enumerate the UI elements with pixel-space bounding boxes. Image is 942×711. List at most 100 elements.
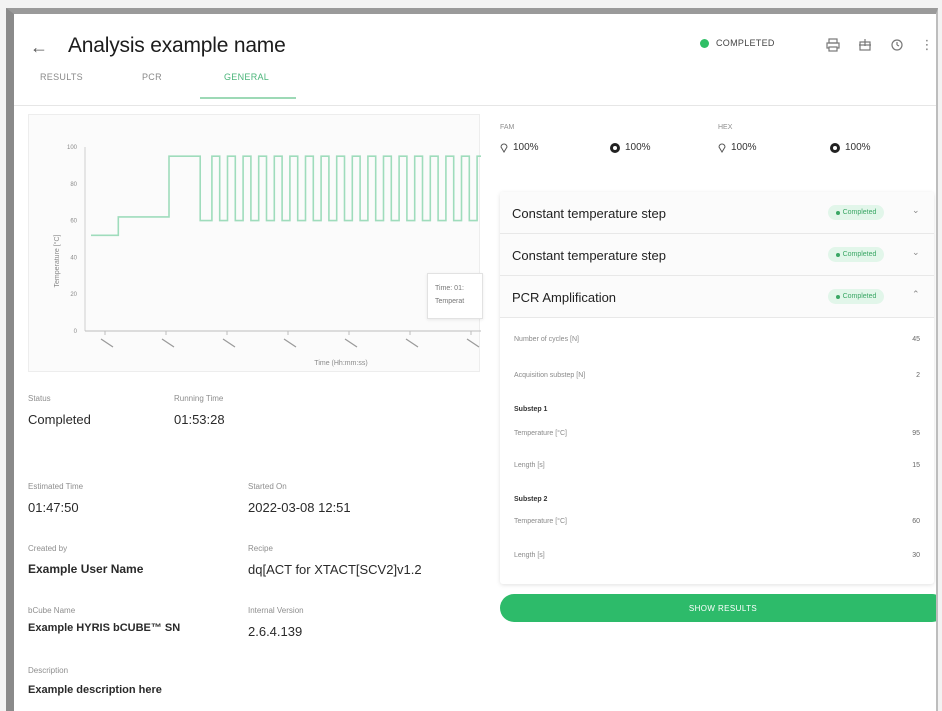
substep-1-title: Substep 1 xyxy=(514,406,548,413)
y-tick-label: 40 xyxy=(70,255,77,261)
status-text: COMPLETED xyxy=(716,38,775,48)
bcube-name-value: Example HYRIS bCUBE™ SN xyxy=(28,622,181,634)
created-by-value: Example User Name xyxy=(28,562,144,576)
badge-dot-icon xyxy=(835,252,840,257)
description-label: Description xyxy=(28,666,69,675)
history-icon[interactable] xyxy=(888,36,906,54)
temperature-series-line xyxy=(91,155,481,237)
badge-text: Completed xyxy=(842,293,877,300)
step-constant-temperature-2[interactable]: Constant temperature step Completed ⌄ xyxy=(500,234,934,276)
chevron-down-icon[interactable]: ⌄ xyxy=(912,205,920,216)
substep-1-length-value: 15 xyxy=(912,462,920,469)
steps-accordion: Constant temperature step Completed ⌄ Co… xyxy=(500,192,934,584)
gauge-icon xyxy=(830,142,840,153)
status-value: Completed xyxy=(28,412,91,427)
substep-2-temperature-value: 60 xyxy=(912,518,920,525)
x-tick-label xyxy=(466,338,480,348)
page-title: Analysis example name xyxy=(68,34,286,57)
substep-1-temperature-value: 95 xyxy=(912,430,920,437)
recipe-value: dq[ACT for XTACT[SCV2]v1.2 xyxy=(248,562,422,577)
pin-icon xyxy=(718,143,726,153)
channel-fam-pin: 100% xyxy=(500,142,539,153)
badge-dot-icon xyxy=(835,210,840,215)
channel-hex-label: HEX xyxy=(718,124,733,131)
x-tick-label xyxy=(344,338,358,348)
channel-hex-pin: 100% xyxy=(718,142,757,153)
temperature-chart: 0 20 40 60 80 100 Temperature [°C] Time (Hh:m… xyxy=(28,114,483,372)
status-badge: Completed xyxy=(828,289,884,304)
x-tick-label xyxy=(161,338,175,348)
x-axis xyxy=(85,330,481,348)
substep-2-title: Substep 2 xyxy=(514,496,548,503)
pin-icon xyxy=(500,143,508,153)
chevron-up-icon[interactable]: ⌃ xyxy=(912,289,920,300)
y-tick-label: 80 xyxy=(70,182,77,188)
channel-fam-gauge-value: 100% xyxy=(625,142,651,153)
status-badge: Completed xyxy=(828,205,884,220)
substep-1-length-label: Length [s] xyxy=(514,462,545,469)
y-tick-label: 20 xyxy=(70,292,77,298)
step-pcr-amplification[interactable]: PCR Amplification Completed ⌃ xyxy=(500,276,934,318)
gauge-icon xyxy=(610,142,620,153)
status-label: Status xyxy=(28,394,51,403)
bcube-name-label: bCube Name xyxy=(28,606,76,615)
badge-text: Completed xyxy=(842,209,877,216)
x-tick-label xyxy=(100,338,114,348)
acquisition-value: 2 xyxy=(916,372,920,379)
cycles-label: Number of cycles [N] xyxy=(514,336,579,343)
y-tick-label: 100 xyxy=(67,145,78,151)
channel-hex-gauge-value: 100% xyxy=(845,142,871,153)
status-indicator: COMPLETED xyxy=(700,38,775,48)
recipe-label: Recipe xyxy=(248,544,273,553)
x-tick-label xyxy=(405,338,419,348)
tooltip-line-temp: Temperat xyxy=(435,298,465,305)
back-arrow-icon[interactable]: ← xyxy=(28,36,50,58)
print-icon[interactable] xyxy=(824,36,842,54)
y-tick-label: 0 xyxy=(74,329,78,335)
substep-1-temperature-label: Temperature [°C] xyxy=(514,430,567,437)
channel-fam-gauge: 100% xyxy=(610,142,651,153)
running-time-label: Running Time xyxy=(174,394,224,403)
tab-pcr[interactable]: PCR xyxy=(142,72,162,82)
started-on-label: Started On xyxy=(248,482,287,491)
show-results-button[interactable]: SHOW RESULTS xyxy=(500,594,936,622)
tab-general[interactable]: GENERAL xyxy=(224,72,269,82)
created-by-label: Created by xyxy=(28,544,68,553)
step-title: PCR Amplification xyxy=(512,290,617,305)
chevron-down-icon[interactable]: ⌄ xyxy=(912,247,920,258)
substep-2-length-value: 30 xyxy=(912,552,920,559)
description-value: Example description here xyxy=(28,684,162,696)
badge-dot-icon xyxy=(835,294,840,299)
tab-results[interactable]: RESULTS xyxy=(40,72,83,82)
y-axis-label: Temperature [°C] xyxy=(53,234,61,287)
internal-version-value: 2.6.4.139 xyxy=(248,624,303,639)
channel-hex-pin-value: 100% xyxy=(731,142,757,153)
app-window: ← Analysis example name RESULTS PCR GENE… xyxy=(6,8,938,711)
x-tick-label xyxy=(283,338,297,348)
y-tick-label: 60 xyxy=(70,219,77,225)
estimated-time-label: Estimated Time xyxy=(28,482,84,491)
badge-text: Completed xyxy=(842,251,877,258)
step-title: Constant temperature step xyxy=(512,206,666,221)
estimated-time-value: 01:47:50 xyxy=(28,500,79,515)
chart-svg: 0 20 40 60 80 100 Temperature [°C] Time (Hh:m… xyxy=(53,145,481,367)
series-layer xyxy=(91,155,481,237)
more-vertical-icon[interactable]: ⋮ xyxy=(918,36,936,54)
status-dot-icon xyxy=(700,38,709,48)
cycles-value: 45 xyxy=(912,336,920,343)
substep-2-length-label: Length [s] xyxy=(514,552,545,559)
step-title: Constant temperature step xyxy=(512,248,666,263)
channel-fam-label: FAM xyxy=(500,124,515,131)
chart-tooltip: Time: 01: Temperat xyxy=(427,273,483,319)
channel-fam-pin-value: 100% xyxy=(513,142,539,153)
substep-2-temperature-label: Temperature [°C] xyxy=(514,518,567,525)
tooltip-line-time: Time: 01: xyxy=(435,285,464,292)
step-constant-temperature-1[interactable]: Constant temperature step Completed ⌄ xyxy=(500,192,934,234)
acquisition-label: Acquisition substep [N] xyxy=(514,372,586,379)
header: ← Analysis example name RESULTS PCR GENE… xyxy=(14,14,936,106)
y-axis: 0 20 40 60 80 100 xyxy=(67,145,86,335)
status-badge: Completed xyxy=(828,247,884,262)
export-icon[interactable] xyxy=(856,36,874,54)
internal-version-label: Internal Version xyxy=(248,606,304,615)
running-time-value: 01:53:28 xyxy=(174,412,225,427)
